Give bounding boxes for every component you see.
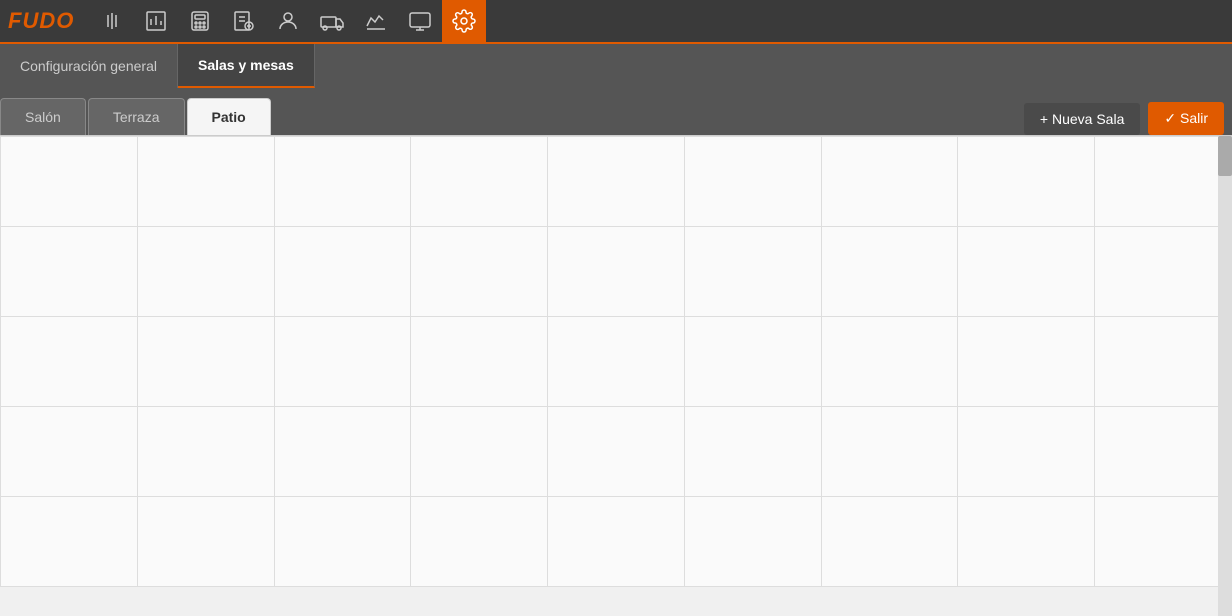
grid-cell [685, 137, 822, 227]
grid-cell [958, 407, 1095, 497]
menu-nav-icon[interactable] [90, 0, 134, 43]
grid-cell [275, 137, 412, 227]
tab-bar: Salón Terraza Patio + Nueva Sala ✓ Salir [0, 88, 1232, 136]
monitor-nav-icon[interactable] [398, 0, 442, 43]
grid-cell [411, 407, 548, 497]
grid-cell [1095, 497, 1232, 587]
grid-cell [1, 407, 138, 497]
grid-cell [548, 497, 685, 587]
table-grid [0, 136, 1232, 587]
grid-cell [685, 407, 822, 497]
grid-cell [822, 497, 959, 587]
grid-cell [685, 497, 822, 587]
sub-nav-salas[interactable]: Salas y mesas [178, 44, 315, 88]
grid-cell [822, 137, 959, 227]
content-area [0, 136, 1232, 616]
grid-cell [1095, 407, 1232, 497]
salir-button[interactable]: ✓ Salir [1148, 102, 1224, 135]
grid-cell [275, 497, 412, 587]
sub-nav-configuracion[interactable]: Configuración general [0, 44, 178, 88]
grid-cell [275, 317, 412, 407]
grid-cell [138, 407, 275, 497]
app-logo: FUDO [8, 8, 74, 34]
grid-cell [958, 317, 1095, 407]
top-navbar: FUDO [0, 0, 1232, 44]
grid-cell [275, 407, 412, 497]
nueva-sala-button[interactable]: + Nueva Sala [1024, 103, 1140, 135]
grid-cell [958, 497, 1095, 587]
calculator-nav-icon[interactable] [178, 0, 222, 43]
grid-cell [1, 137, 138, 227]
reports-nav-icon[interactable] [134, 0, 178, 43]
grid-cell [1, 227, 138, 317]
grid-cell [548, 137, 685, 227]
grid-cell [548, 407, 685, 497]
grid-cell [411, 227, 548, 317]
grid-cell [1, 497, 138, 587]
main-content [0, 136, 1232, 587]
stats-nav-icon[interactable] [354, 0, 398, 43]
sub-navbar: Configuración general Salas y mesas [0, 44, 1232, 88]
grid-cell [138, 227, 275, 317]
tab-actions: + Nueva Sala ✓ Salir [1024, 102, 1232, 135]
grid-cell [1095, 227, 1232, 317]
grid-cell [1095, 317, 1232, 407]
users-nav-icon[interactable] [266, 0, 310, 43]
tab-patio[interactable]: Patio [187, 98, 271, 135]
grid-cell [822, 317, 959, 407]
grid-cell [138, 137, 275, 227]
settings-nav-icon[interactable] [442, 0, 486, 43]
orders-nav-icon[interactable] [222, 0, 266, 43]
grid-cell [411, 497, 548, 587]
tab-salon[interactable]: Salón [0, 98, 86, 135]
grid-cell [1, 317, 138, 407]
grid-cell [958, 137, 1095, 227]
grid-cell [138, 497, 275, 587]
scrollbar-track[interactable] [1218, 136, 1232, 616]
scrollbar-thumb[interactable] [1218, 136, 1232, 176]
grid-cell [685, 317, 822, 407]
grid-cell [822, 227, 959, 317]
tab-terraza[interactable]: Terraza [88, 98, 185, 135]
grid-cell [822, 407, 959, 497]
grid-cell [275, 227, 412, 317]
grid-cell [411, 137, 548, 227]
grid-cell [685, 227, 822, 317]
grid-cell [548, 227, 685, 317]
grid-cell [138, 317, 275, 407]
delivery-nav-icon[interactable] [310, 0, 354, 43]
grid-cell [548, 317, 685, 407]
grid-cell [1095, 137, 1232, 227]
grid-cell [411, 317, 548, 407]
grid-cell [958, 227, 1095, 317]
